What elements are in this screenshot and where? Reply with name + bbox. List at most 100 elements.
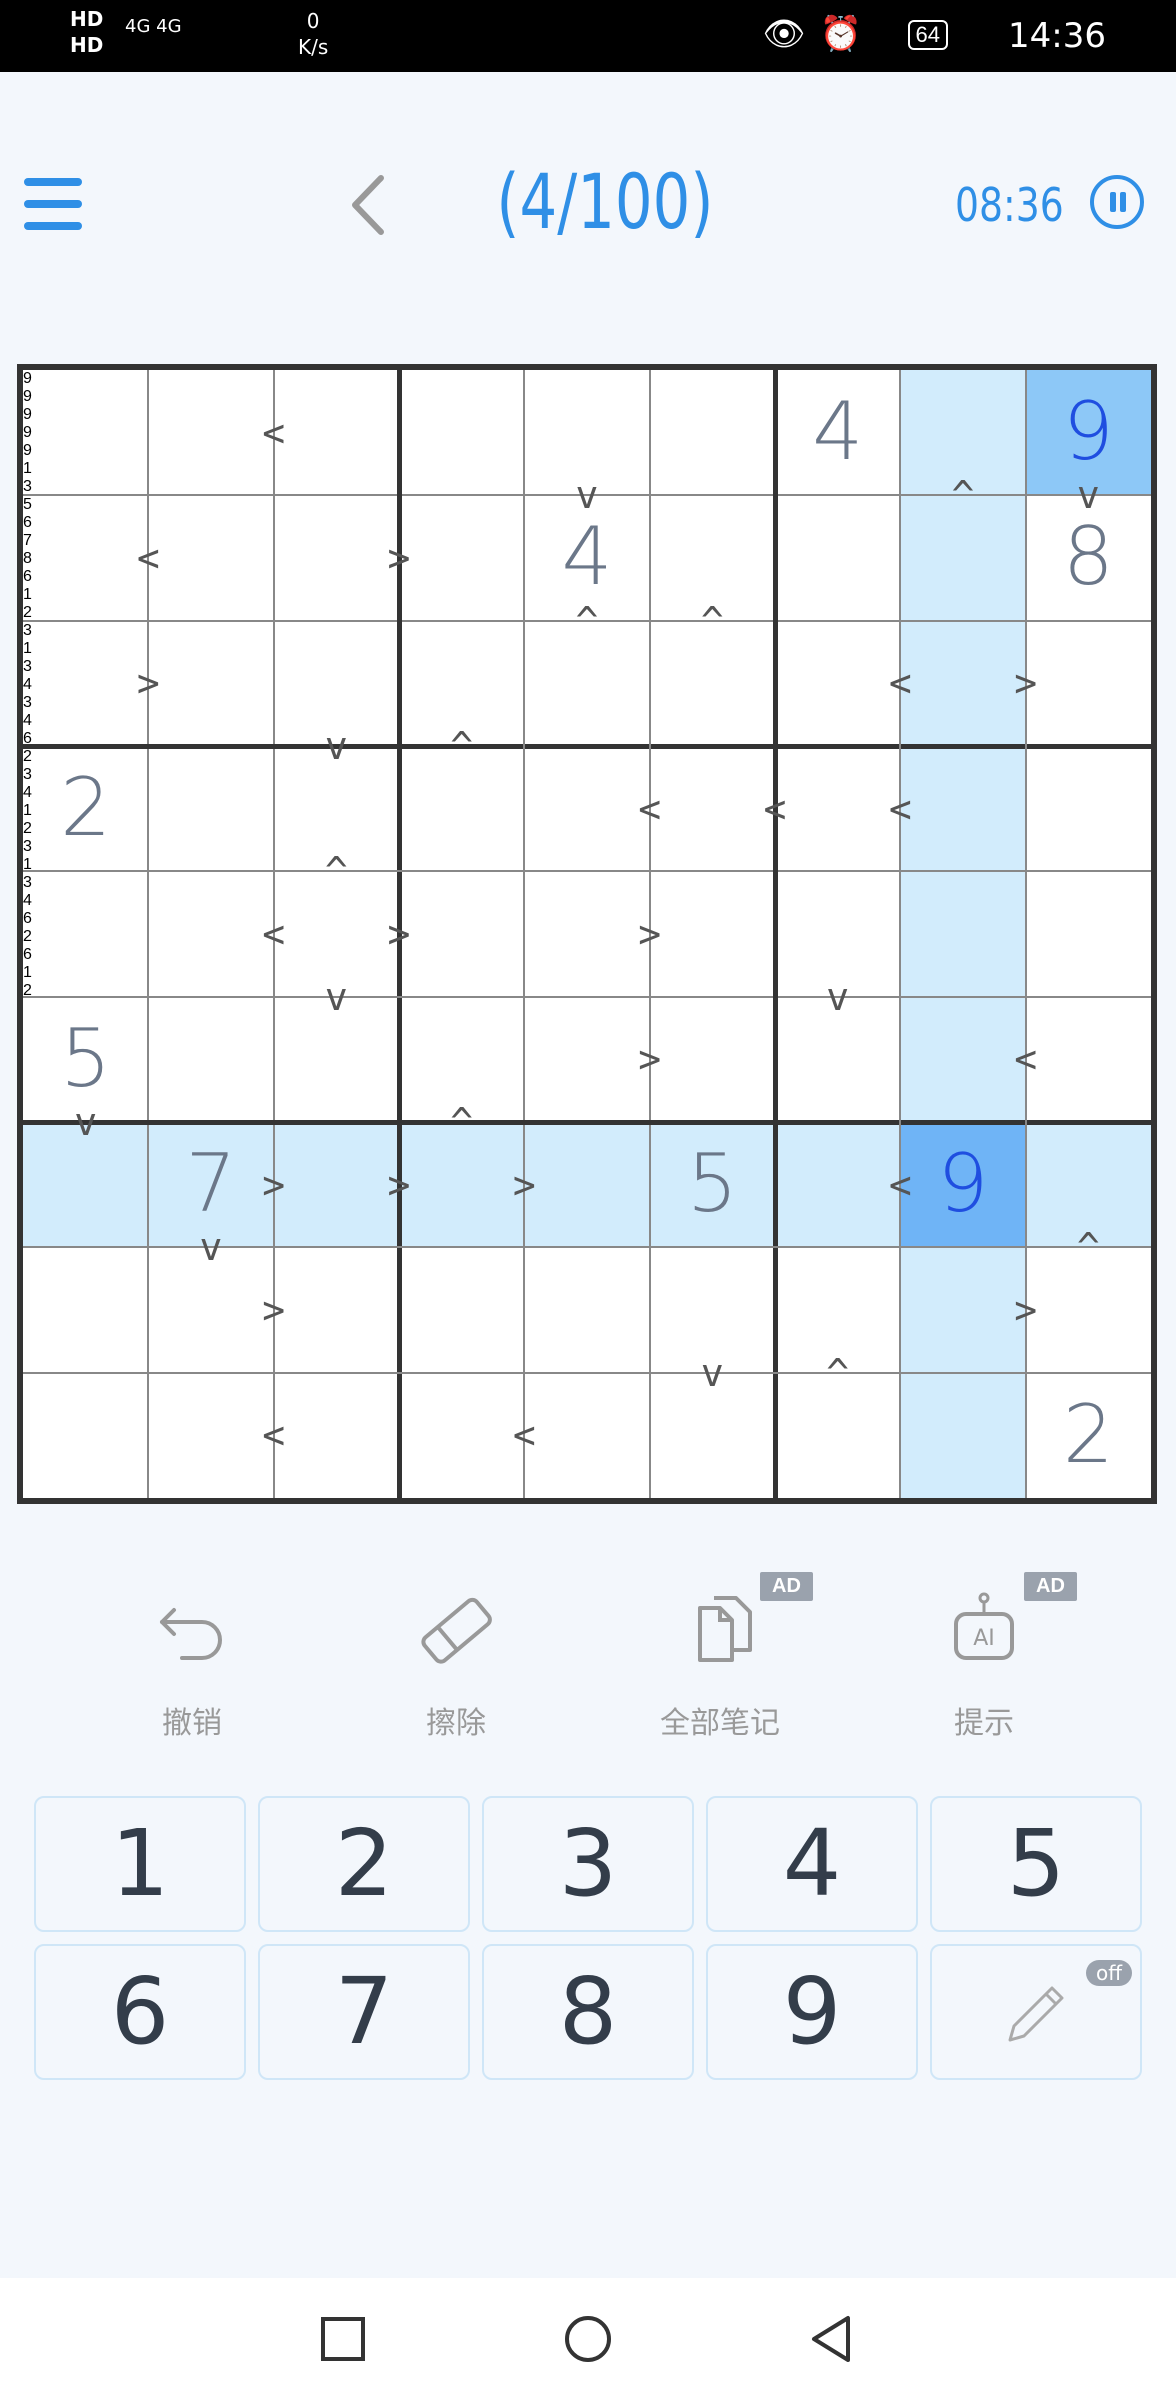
board-cell[interactable]: [399, 495, 524, 620]
board-cell[interactable]: [23, 1373, 148, 1498]
inequality-sign: v: [199, 1225, 223, 1270]
board-cell[interactable]: [274, 370, 399, 495]
grid-line: [899, 370, 902, 1498]
board-cell[interactable]: 4: [775, 370, 900, 495]
pencil-state-badge: off: [1085, 1960, 1132, 1986]
board-cell[interactable]: [399, 370, 524, 495]
number-key-1[interactable]: 1: [34, 1796, 246, 1932]
inequality-sign: <: [888, 1162, 912, 1207]
board-cell[interactable]: 5: [649, 1122, 775, 1248]
board-cell[interactable]: [524, 1373, 649, 1498]
grid-line: [23, 995, 1151, 998]
inequality-sign: <: [888, 661, 912, 706]
speed-unit: K/s: [298, 35, 329, 59]
all-notes-button[interactable]: AD 全部笔记: [620, 1570, 820, 1770]
menu-icon[interactable]: [24, 178, 82, 230]
inequality-sign: <: [638, 786, 662, 831]
inequality-sign: >: [136, 661, 160, 706]
inequality-sign: >: [638, 912, 662, 956]
back-icon[interactable]: [345, 172, 395, 238]
inequality-sign: ^: [450, 1100, 474, 1144]
inequality-sign: ^: [826, 1350, 850, 1395]
cell-value: 2: [60, 761, 112, 854]
inequality-sign: >: [512, 1162, 536, 1207]
grid-line: [23, 1371, 1151, 1374]
board-cell[interactable]: [399, 1247, 524, 1372]
clock: 14:36: [1008, 16, 1106, 56]
pause-button[interactable]: [1090, 175, 1144, 229]
board-cell[interactable]: [274, 1373, 399, 1498]
board-cell[interactable]: [148, 997, 273, 1122]
inequality-sign: ^: [951, 473, 975, 518]
inequality-sign: >: [1014, 1288, 1038, 1332]
sudoku-board: 4948257592999991356786123134346234123134…: [17, 364, 1157, 1504]
hint-label: 提示: [954, 1707, 1014, 1740]
eye-icon: 👁⏰: [762, 15, 876, 53]
number-key-8[interactable]: 8: [482, 1944, 694, 2080]
board-cell[interactable]: [1026, 621, 1151, 746]
board-cell[interactable]: [23, 1247, 148, 1372]
notes-icon: [698, 1596, 752, 1662]
board-cell[interactable]: [1026, 997, 1151, 1122]
board-cell[interactable]: 2: [23, 746, 148, 871]
board-cell[interactable]: [23, 370, 148, 495]
board-cell[interactable]: [1026, 871, 1151, 996]
board-cell[interactable]: [900, 871, 1026, 997]
pencil-icon: [1008, 1986, 1064, 2042]
board-cell[interactable]: [650, 997, 775, 1122]
hint-button[interactable]: AI AD 提示: [884, 1570, 1084, 1770]
board-cell[interactable]: 9: [900, 1122, 1026, 1248]
inequality-sign: <: [1014, 1037, 1038, 1082]
inequality-sign: >: [387, 1162, 411, 1207]
ad-badge: AD: [1024, 1572, 1077, 1601]
board-cell[interactable]: 2: [1026, 1373, 1151, 1498]
board-cell[interactable]: [900, 746, 1026, 872]
board-cell[interactable]: [650, 871, 775, 996]
back-nav-icon[interactable]: [806, 2313, 856, 2365]
ad-badge: AD: [760, 1572, 813, 1601]
undo-icon: [160, 1608, 222, 1660]
inequality-sign: >: [638, 1037, 662, 1082]
board-cell[interactable]: [148, 746, 273, 871]
board-cell[interactable]: [524, 1247, 649, 1372]
board-cell[interactable]: [1026, 746, 1151, 871]
recent-apps-icon[interactable]: [318, 2314, 368, 2364]
system-nav-bar: [0, 2278, 1176, 2400]
undo-button[interactable]: 撤销: [92, 1570, 292, 1770]
number-key-6[interactable]: 6: [34, 1944, 246, 2080]
inequality-sign: <: [888, 786, 912, 831]
hd-badges: HD HD: [70, 7, 104, 57]
grid-line: [23, 870, 1151, 873]
board-cell[interactable]: [148, 495, 273, 620]
number-key-3[interactable]: 3: [482, 1796, 694, 1932]
inequality-sign: v: [700, 1350, 724, 1395]
board-cell[interactable]: [399, 871, 524, 996]
cell-value: 2: [1062, 1387, 1114, 1481]
number-key-4[interactable]: 4: [706, 1796, 918, 1932]
inequality-sign: >: [1014, 661, 1038, 706]
level-counter: (4/100): [496, 157, 714, 246]
erase-button[interactable]: 擦除: [356, 1570, 556, 1770]
number-key-2[interactable]: 2: [258, 1796, 470, 1932]
inequality-sign: v: [575, 473, 599, 518]
inequality-sign: <: [262, 1413, 286, 1458]
board-cell[interactable]: [775, 495, 900, 620]
board-cell[interactable]: [148, 621, 273, 746]
undo-label: 撤销: [162, 1707, 222, 1740]
inequality-sign: ^: [324, 849, 348, 894]
home-icon[interactable]: [562, 2313, 614, 2365]
board-cell[interactable]: [23, 871, 148, 996]
board-cell[interactable]: [524, 1122, 650, 1248]
svg-text:AI: AI: [973, 1626, 995, 1651]
board-cell[interactable]: [900, 1372, 1026, 1498]
board-cell[interactable]: [274, 1247, 399, 1372]
grid-line: [23, 744, 1151, 749]
timer: 08:36: [955, 178, 1064, 232]
number-key-7[interactable]: 7: [258, 1944, 470, 2080]
pencil-toggle[interactable]: off: [930, 1944, 1142, 2080]
cell-value: 5: [686, 1137, 738, 1230]
number-key-5[interactable]: 5: [930, 1796, 1142, 1932]
speed-value: 0: [306, 9, 320, 33]
number-key-9[interactable]: 9: [706, 1944, 918, 2080]
board-cell[interactable]: [650, 370, 775, 495]
